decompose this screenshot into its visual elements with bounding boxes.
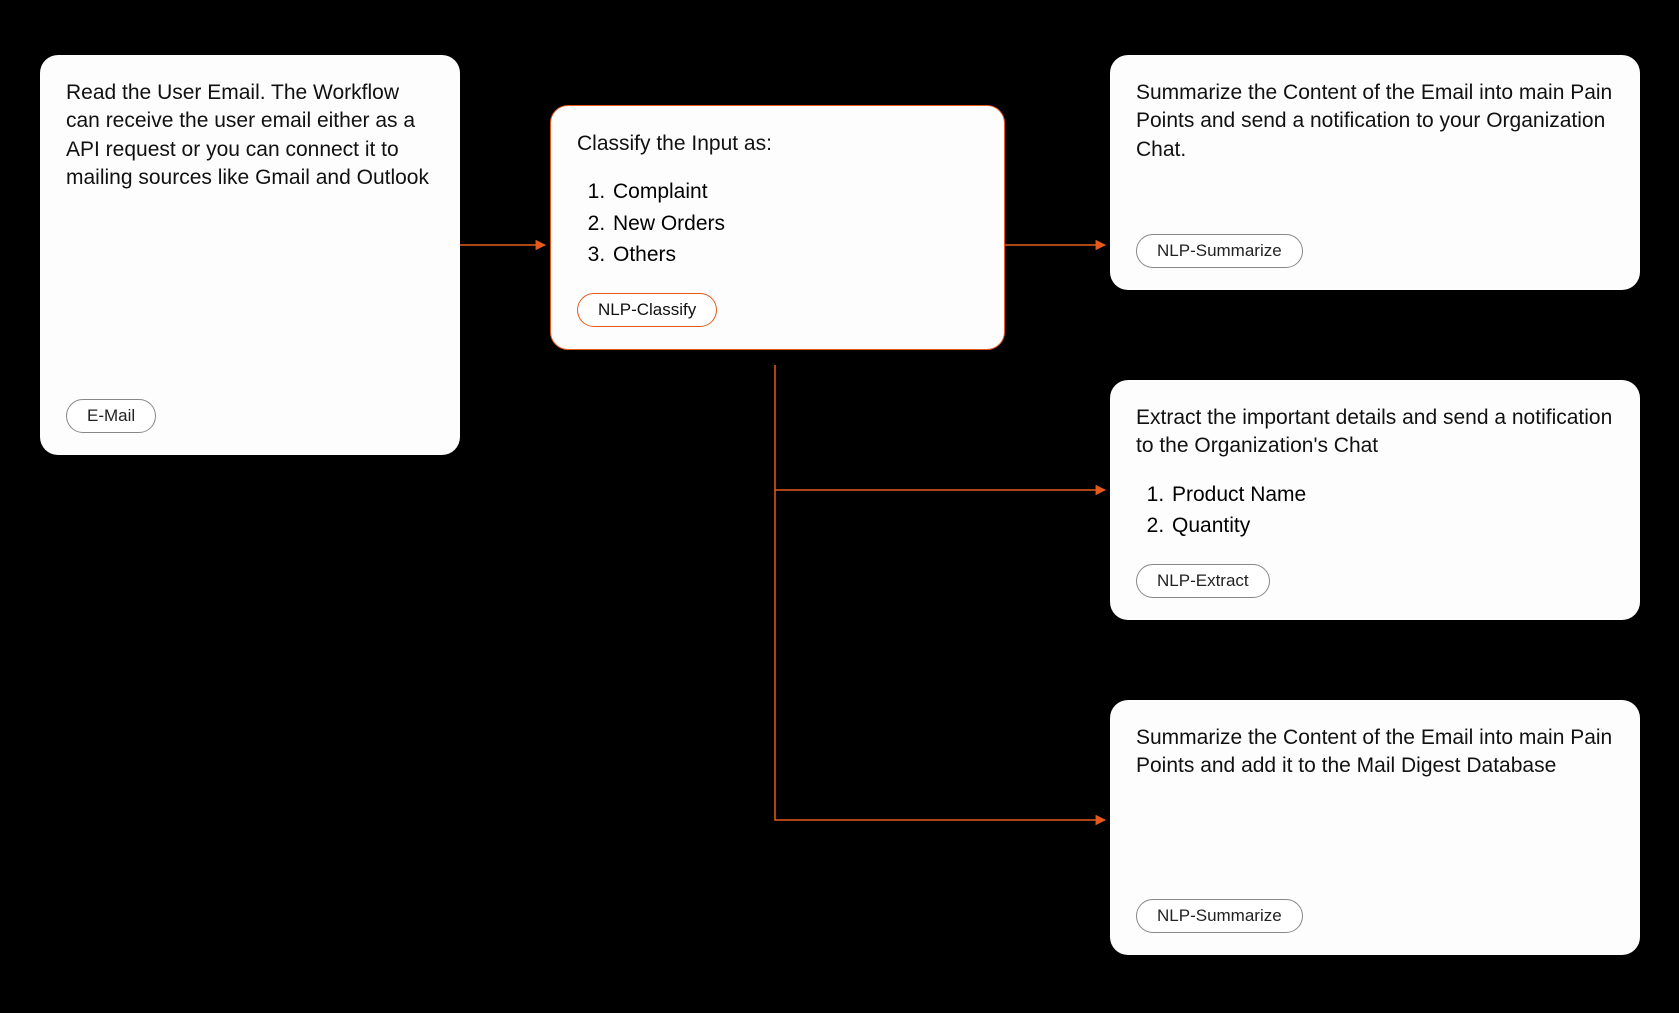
tag-summarize-top: NLP-Summarize	[1136, 234, 1303, 268]
node-summarize-top-text: Summarize the Content of the Email into …	[1136, 79, 1614, 164]
node-summarize-top[interactable]: Summarize the Content of the Email into …	[1110, 55, 1640, 290]
tag-extract: NLP-Extract	[1136, 564, 1270, 598]
node-classify-heading: Classify the Input as:	[577, 130, 978, 158]
node-classify[interactable]: Classify the Input as: Complaint New Ord…	[550, 105, 1005, 350]
node-email-text: Read the User Email. The Workflow can re…	[66, 79, 434, 192]
list-item: Product Name	[1170, 479, 1614, 511]
list-item: Complaint	[611, 176, 978, 208]
node-classify-list: Complaint New Orders Others	[577, 176, 978, 271]
tag-email: E-Mail	[66, 399, 156, 433]
tag-classify: NLP-Classify	[577, 293, 717, 327]
list-item: Others	[611, 239, 978, 271]
node-summarize-bottom-text: Summarize the Content of the Email into …	[1136, 724, 1614, 781]
node-email[interactable]: Read the User Email. The Workflow can re…	[40, 55, 460, 455]
list-item: Quantity	[1170, 510, 1614, 542]
list-item: New Orders	[611, 208, 978, 240]
node-summarize-bottom[interactable]: Summarize the Content of the Email into …	[1110, 700, 1640, 955]
diagram-canvas: Read the User Email. The Workflow can re…	[0, 0, 1679, 1013]
node-extract[interactable]: Extract the important details and send a…	[1110, 380, 1640, 620]
node-extract-text: Extract the important details and send a…	[1136, 404, 1614, 461]
node-extract-list: Product Name Quantity	[1136, 479, 1614, 542]
tag-summarize-bottom: NLP-Summarize	[1136, 899, 1303, 933]
